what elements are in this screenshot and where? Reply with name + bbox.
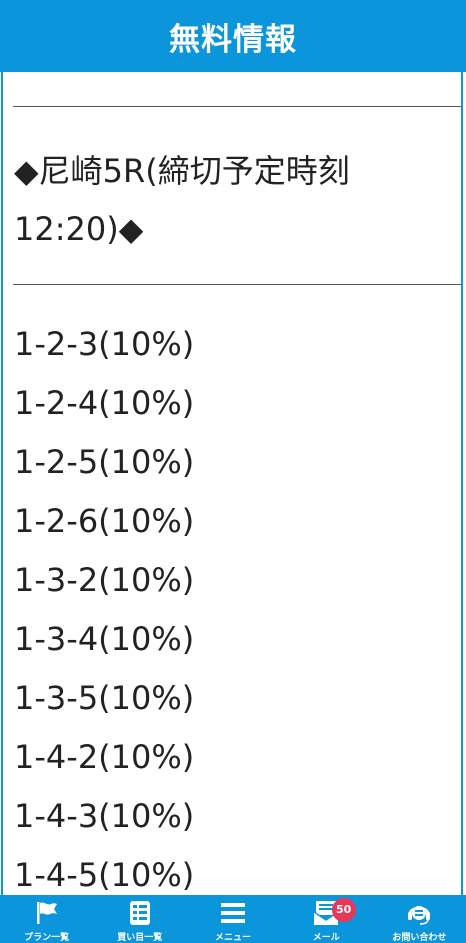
tab-contact[interactable]: お問い合わせ [373,895,466,943]
pick-item: 1-4-2(10%) [14,738,195,776]
menu-icon [221,903,245,923]
content-panel[interactable]: ◆尼崎5R(締切予定時刻12:20)◆ 1-2-3(10%) 1-2-4(10%… [1,72,463,895]
race-heading: ◆尼崎5R(締切予定時刻12:20)◆ [14,152,350,248]
headset-icon [408,906,431,925]
flag-icon [36,902,57,924]
tab-label: メニュー [215,933,252,943]
divider [13,284,461,285]
pick-item: 1-3-5(10%) [14,679,195,717]
divider [13,106,461,107]
list-icon [129,901,150,925]
pick-item: 1-2-6(10%) [14,502,195,540]
tab-label: お問い合わせ [392,933,447,943]
page-title: 無料情報 [169,21,297,58]
tab-plans[interactable]: プラン一覧 [0,895,93,943]
bottom-tab-bar: プラン一覧 買い目一覧 メニュー 50 メール お問い合わせ [0,895,466,943]
pick-item: 1-4-5(10%) [14,856,195,894]
pick-list: 1-2-3(10%) 1-2-4(10%) 1-2-5(10%) 1-2-6(1… [14,315,194,895]
tab-label: メール [312,933,340,943]
pick-item: 1-2-4(10%) [14,384,195,422]
tab-menu[interactable]: メニュー [186,895,279,943]
header-bar: 無料情報 [0,0,466,72]
pick-item: 1-3-2(10%) [14,561,195,599]
pick-item: 1-2-5(10%) [14,443,195,481]
tab-label: プラン一覧 [24,933,70,943]
unread-badge: 50 [331,898,356,922]
tab-mail[interactable]: 50 メール [280,895,373,943]
tab-bets[interactable]: 買い目一覧 [93,895,186,943]
tab-label: 買い目一覧 [117,933,163,943]
pick-item: 1-2-3(10%) [14,325,195,363]
pick-item: 1-4-3(10%) [14,797,195,835]
pick-item: 1-3-4(10%) [14,620,195,658]
